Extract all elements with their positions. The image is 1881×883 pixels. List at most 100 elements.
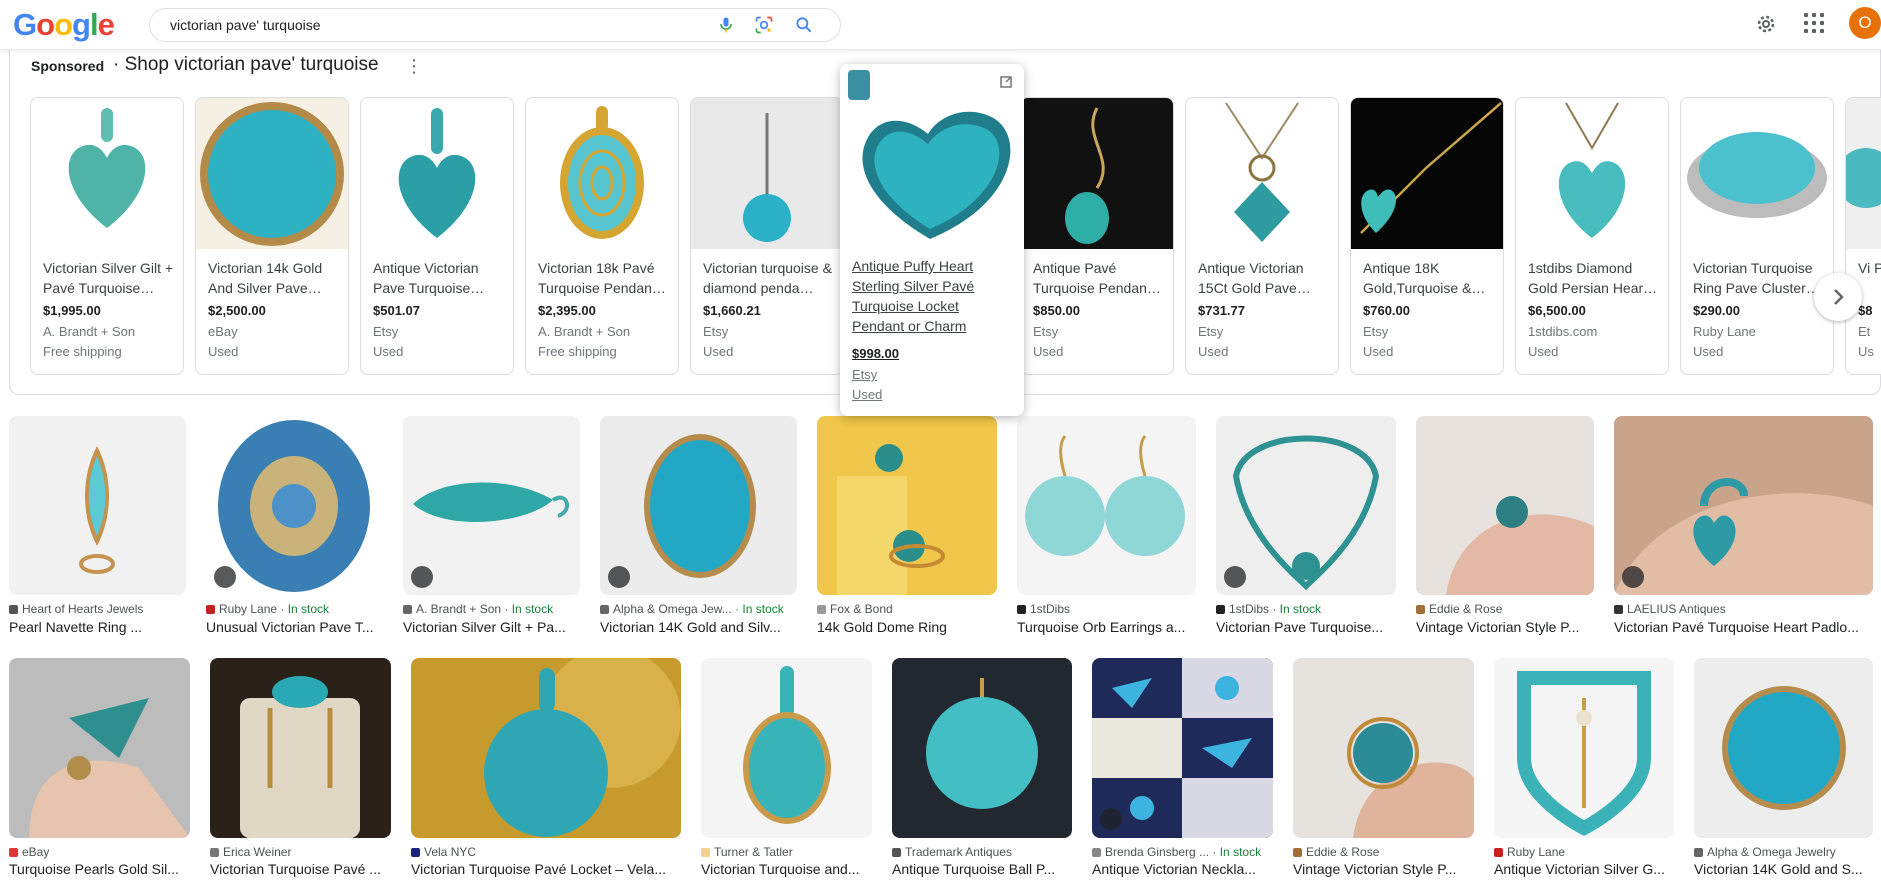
result-image — [1416, 416, 1594, 595]
product-price: $2,500.00 — [208, 303, 266, 318]
result-title: Turquoise Orb Earrings a... — [1017, 619, 1186, 635]
product-price: $6,500.00 — [1528, 303, 1586, 318]
product-image — [361, 98, 513, 249]
settings-gear-icon[interactable] — [1754, 12, 1778, 36]
product-image — [1351, 98, 1503, 249]
sponsored-label: Sponsored — [31, 58, 105, 74]
product-card[interactable]: Victorian 14k Gold And Silver Pave… $2,5… — [195, 97, 349, 375]
product-title: Antique Victorian Pave Turquoise… — [373, 260, 485, 296]
result-source: Alpha & Omega Jew... · In stock — [600, 602, 797, 616]
google-apps-icon[interactable] — [1804, 13, 1824, 33]
product-title: Victorian 18k Pavé Turquoise Pendan… — [538, 260, 666, 296]
product-card[interactable]: Victorian turquoise & diamond penda… $1,… — [690, 97, 844, 375]
result-image — [1216, 416, 1396, 595]
product-seller[interactable]: Etsy — [852, 367, 877, 382]
product-card[interactable]: Antique Victorian 15Ct Gold Pave… $731.7… — [1185, 97, 1339, 375]
product-image — [196, 98, 348, 249]
result-image — [1614, 416, 1873, 595]
result-source: Turner & Tatler — [701, 845, 872, 859]
product-image — [1021, 98, 1173, 249]
product-card[interactable]: Antique Victorian Pave Turquoise… $501.0… — [360, 97, 514, 375]
product-card[interactable]: Victorian 18k Pavé Turquoise Pendan… $2,… — [525, 97, 679, 375]
product-card[interactable]: Antique 18K Gold,Turquoise &… $760.00 Et… — [1350, 97, 1504, 375]
product-title: Antique Pavé Turquoise Pendan… — [1033, 260, 1161, 296]
product-title: Victorian Turquoise Ring Pave Cluster… — [1693, 260, 1820, 296]
product-seller: Etsy — [1033, 324, 1059, 339]
product-price: $760.00 — [1363, 303, 1410, 318]
result-image — [1694, 658, 1873, 838]
result-source: Heart of Hearts Jewels — [9, 602, 186, 616]
search-input[interactable]: victorian pave' turquoise — [170, 9, 321, 41]
result-image — [9, 658, 190, 838]
product-seller: Ruby Lane — [1693, 324, 1756, 339]
result-image — [1494, 658, 1674, 838]
product-extra: Used — [703, 344, 734, 359]
product-price: $731.77 — [1198, 303, 1245, 318]
product-image — [691, 98, 843, 249]
product-price: $1,995.00 — [43, 303, 101, 318]
lens-camera-icon[interactable] — [754, 15, 774, 35]
product-price: $1,660.21 — [703, 303, 761, 318]
product-title: Antique Victorian 15Ct Gold Pave… — [1198, 260, 1311, 296]
product-extra: Free shipping — [43, 344, 122, 359]
product-seller: A. Brandt + Son — [538, 324, 631, 339]
result-source: eBay — [9, 845, 190, 859]
sponsored-title: · Shop victorian pave' turquoise — [113, 54, 379, 75]
product-extra: Used — [1033, 344, 1064, 359]
product-price: $501.07 — [373, 303, 420, 318]
product-card[interactable]: 1stdibs Diamond Gold Persian Hear… $6,50… — [1515, 97, 1669, 375]
result-title: Vintage Victorian Style P... — [1293, 861, 1457, 877]
result-source: Trademark Antiques — [892, 845, 1072, 859]
carousel-next-button[interactable] — [1814, 273, 1862, 321]
result-title: Pearl Navette Ring ... — [9, 619, 143, 635]
product-card[interactable]: Antique Pavé Turquoise Pendan… $850.00 E… — [1020, 97, 1174, 375]
result-title: Victorian Pave Turquoise... — [1216, 619, 1384, 635]
product-image — [840, 64, 1024, 254]
product-seller: Etsy — [373, 324, 399, 339]
product-seller: Et — [1858, 324, 1871, 339]
search-box[interactable]: victorian pave' turquoise — [149, 8, 841, 42]
product-card[interactable]: Victorian Silver Gilt + Pavé Turquoise… … — [30, 97, 184, 375]
search-icon[interactable] — [794, 15, 814, 35]
product-price[interactable]: $998.00 — [852, 346, 899, 361]
product-seller: A. Brandt + Son — [43, 324, 136, 339]
result-title: 14k Gold Dome Ring — [817, 619, 947, 635]
product-image — [1681, 98, 1833, 249]
shopping-tag-icon — [1224, 566, 1246, 588]
result-source: A. Brandt + Son · In stock — [403, 602, 580, 616]
result-title: Victorian 14K Gold and Silv... — [600, 619, 781, 635]
shopping-tag-icon — [608, 566, 630, 588]
product-seller: eBay — [208, 324, 238, 339]
product-image — [1516, 98, 1668, 249]
result-source: Brenda Ginsberg ... · In stock — [1092, 845, 1273, 859]
result-source: Ruby Lane · In stock — [206, 602, 383, 616]
product-extra: Used — [208, 344, 239, 359]
result-title: Antique Victorian Neckla... — [1092, 861, 1256, 877]
result-title: Vintage Victorian Style P... — [1416, 619, 1580, 635]
product-price: $850.00 — [1033, 303, 1080, 318]
product-image — [526, 98, 678, 249]
google-logo[interactable]: Google — [13, 7, 115, 43]
product-card-hover-popup[interactable]: Antique Puffy Heart Sterling Silver Pavé… — [840, 64, 1024, 416]
more-vert-icon[interactable]: ⋮ — [405, 56, 423, 77]
product-extra[interactable]: Used — [852, 387, 882, 402]
product-image — [1186, 98, 1338, 249]
result-image — [9, 416, 186, 595]
account-avatar[interactable]: O — [1849, 7, 1881, 39]
result-source: Fox & Bond — [817, 602, 997, 616]
result-title: Victorian 14K Gold and S... — [1694, 861, 1863, 877]
result-source: Erica Weiner — [210, 845, 391, 859]
product-title: 1stdibs Diamond Gold Persian Hear… — [1528, 260, 1658, 296]
microphone-icon[interactable] — [716, 15, 736, 35]
product-title: Victorian 14k Gold And Silver Pave… — [208, 260, 323, 296]
result-title: Victorian Silver Gilt + Pa... — [403, 619, 566, 635]
product-card[interactable]: Vi Pe $8 Et Us — [1845, 97, 1881, 375]
product-extra: Used — [1363, 344, 1394, 359]
shopping-tag-icon — [1100, 808, 1122, 830]
product-title-link[interactable]: Antique Puffy Heart Sterling Silver Pavé… — [852, 256, 1012, 336]
result-image — [1293, 658, 1474, 838]
open-external-icon[interactable] — [996, 72, 1016, 92]
product-card[interactable]: Victorian Turquoise Ring Pave Cluster… $… — [1680, 97, 1834, 375]
result-image — [1017, 416, 1196, 595]
result-title: Victorian Turquoise and... — [701, 861, 860, 877]
